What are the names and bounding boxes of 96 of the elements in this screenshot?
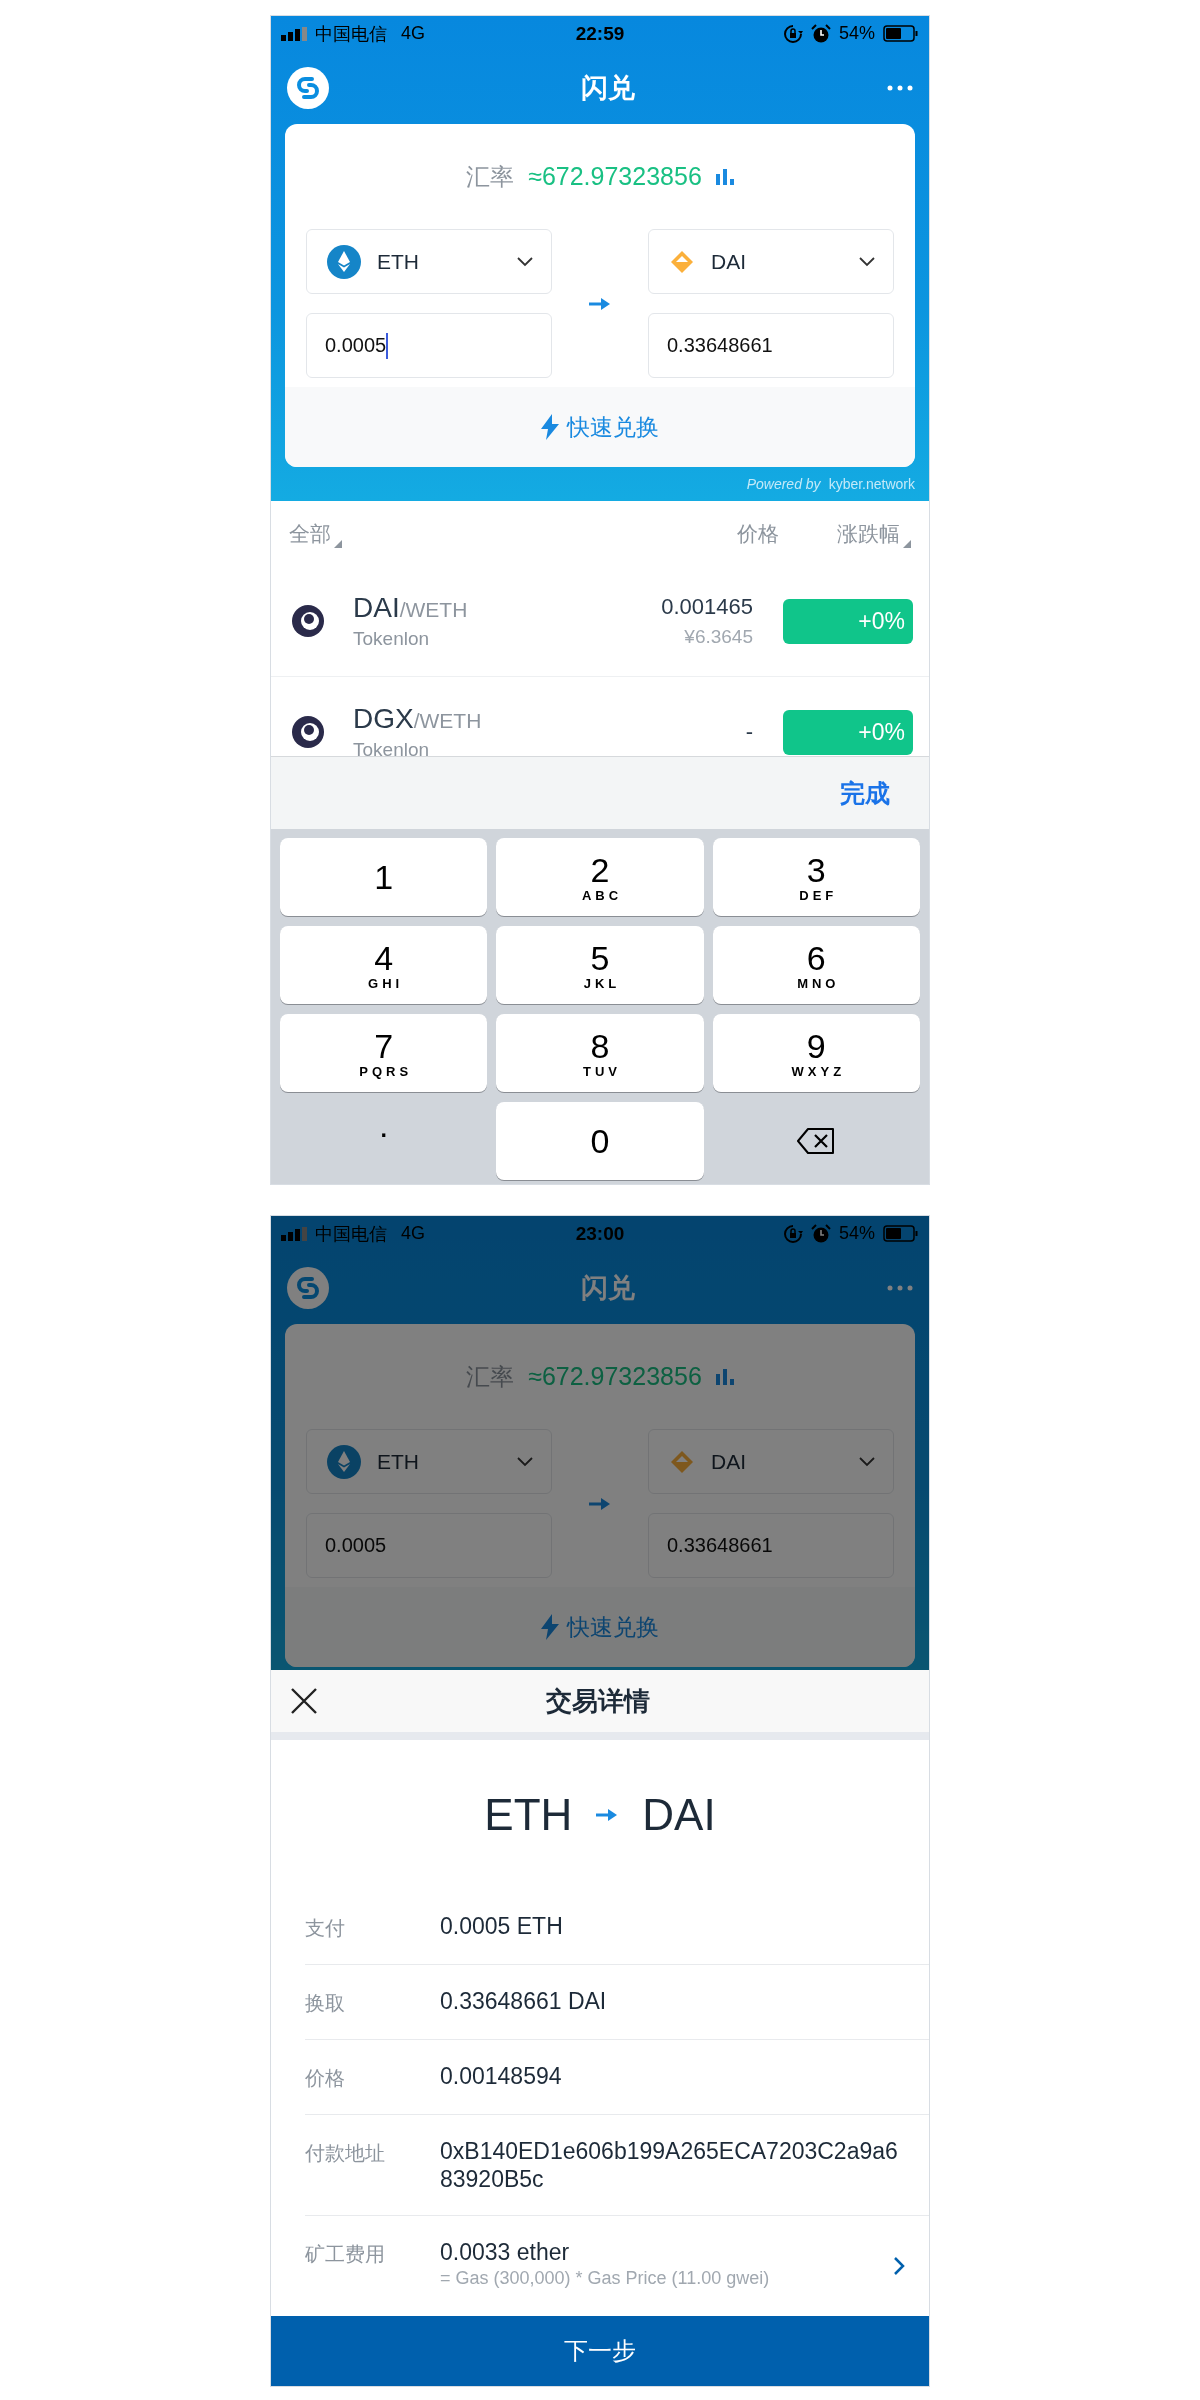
- alarm-icon: [811, 1223, 831, 1244]
- battery-percent: 54%: [839, 23, 875, 44]
- chart-icon[interactable]: [715, 1368, 734, 1385]
- token-dropdown[interactable]: DAI: [648, 229, 894, 294]
- alarm-icon: [811, 23, 831, 44]
- token-dropdown[interactable]: ETH: [306, 1429, 552, 1494]
- powered-by-label: Powered by: [746, 476, 821, 492]
- page-title: 闪兑: [580, 71, 636, 105]
- token-logo-icon: [291, 604, 325, 638]
- from-token: ETH: [484, 1790, 573, 1840]
- more-icon[interactable]: [887, 1284, 913, 1291]
- amount-field[interactable]: 0.0005: [306, 1513, 552, 1578]
- keypad-key[interactable]: 6 MNO: [712, 926, 920, 1004]
- detail-label: 价格: [305, 2066, 346, 2091]
- amount-field[interactable]: 0.33648661: [648, 313, 894, 378]
- signal-icon: [281, 1226, 309, 1241]
- token-dropdown[interactable]: DAI: [648, 1429, 894, 1494]
- clock-time: 22:59: [575, 22, 625, 45]
- chevron-right-icon[interactable]: [893, 2256, 905, 2276]
- to-token: DAI: [642, 1790, 716, 1840]
- rate-label: 汇率: [466, 161, 515, 192]
- chevron-down-icon: [517, 1456, 533, 1467]
- detail-value: 0.0005 ETH: [440, 1912, 564, 1940]
- backspace-icon: [797, 1128, 836, 1154]
- battery-icon: [883, 25, 919, 42]
- token-logo-icon: [291, 715, 325, 749]
- keypad-key[interactable]: 1: [280, 838, 488, 916]
- pair-name: DGX/WETH: [353, 703, 483, 735]
- diamond-icon: [669, 248, 695, 275]
- detail-value: 0.33648661 DAI: [440, 1987, 608, 2015]
- lightning-icon: [541, 1614, 559, 1640]
- detail-label: 付款地址: [305, 2141, 386, 2166]
- text-cursor: [386, 332, 389, 359]
- arrow-right-icon: [589, 1496, 611, 1511]
- detail-value: 0.00148594: [440, 2062, 563, 2090]
- pair-name: DAI/WETH: [353, 592, 469, 624]
- price-value: -: [745, 719, 753, 745]
- keypad-key[interactable]: .: [280, 1102, 488, 1180]
- chevron-down-icon: [517, 256, 533, 267]
- change-badge: +0%: [783, 598, 913, 644]
- more-icon[interactable]: [887, 84, 913, 91]
- change-badge: +0%: [783, 709, 913, 755]
- price-value: 0.001465: [661, 594, 753, 620]
- exchange-name: Tokenlon: [353, 739, 431, 756]
- detail-value: 0xB140ED1e606b199A265ECA7203C2a9a683920B5c: [440, 2137, 899, 2193]
- quick-exchange-button[interactable]: 快速兑换: [535, 410, 665, 444]
- battery-icon: [883, 1225, 919, 1242]
- exchange-name: Tokenlon: [353, 628, 431, 650]
- ethereum-icon: [327, 1444, 361, 1479]
- lightning-icon: [541, 414, 559, 440]
- done-button[interactable]: 完成: [834, 775, 896, 811]
- signal-icon: [281, 26, 309, 41]
- amount-field[interactable]: 0.33648661: [648, 1513, 894, 1578]
- next-button[interactable]: 下一步: [271, 2316, 929, 2386]
- carrier-name: 中国电信: [315, 1222, 387, 1246]
- sheet-title: 交易详情: [545, 1684, 651, 1718]
- keypad-key[interactable]: 2 ABC: [496, 838, 704, 916]
- rotation-lock-icon: [783, 1223, 803, 1244]
- detail-label: 矿工费用: [305, 2242, 386, 2267]
- amount-field[interactable]: 0.0005: [306, 313, 552, 378]
- keypad-key[interactable]: 3 DEF: [712, 838, 920, 916]
- rotation-lock-icon: [783, 23, 803, 44]
- rate-value: ≈672.97323856: [528, 1362, 702, 1391]
- detail-value: 0.0033 ether: [440, 2238, 571, 2266]
- diamond-icon: [669, 1448, 695, 1475]
- token-dropdown[interactable]: ETH: [306, 229, 552, 294]
- arrow-right-icon: [596, 1808, 619, 1822]
- chevron-down-icon: [859, 256, 875, 267]
- chart-icon[interactable]: [715, 168, 734, 185]
- sort-icon[interactable]: [903, 539, 911, 548]
- network-type: 4G: [401, 1223, 425, 1244]
- close-icon[interactable]: [291, 1688, 317, 1714]
- app-logo-icon[interactable]: [287, 1266, 329, 1309]
- keypad-key[interactable]: 4 GHI: [280, 926, 488, 1004]
- detail-label: 换取: [305, 1991, 346, 2016]
- network-type: 4G: [401, 23, 425, 44]
- detail-label: 支付: [305, 1916, 346, 1941]
- sort-icon[interactable]: [334, 539, 342, 548]
- carrier-name: 中国电信: [315, 22, 387, 46]
- keypad-key[interactable]: 7 PQRS: [280, 1014, 488, 1092]
- ethereum-icon: [327, 244, 361, 279]
- market-row[interactable]: DAI/WETH Tokenlon 0.001465 ¥6.3645 +0%: [271, 566, 929, 677]
- keypad-key[interactable]: 0: [496, 1102, 704, 1180]
- fee-formula: = Gas (300,000) * Gas Price (11.00 gwei): [440, 2268, 771, 2289]
- keypad-key[interactable]: 8 TUV: [496, 1014, 704, 1092]
- rate-label: 汇率: [466, 1361, 515, 1392]
- clock-time: 23:00: [575, 1222, 625, 1245]
- price-cny: ¥6.3645: [684, 626, 753, 648]
- chevron-down-icon: [859, 1456, 875, 1467]
- keypad-key[interactable]: 5 JKL: [496, 926, 704, 1004]
- page-title: 闪兑: [580, 1271, 636, 1305]
- arrow-right-icon: [589, 296, 611, 311]
- rate-value: ≈672.97323856: [528, 162, 702, 191]
- keypad-key[interactable]: 9 WXYZ: [712, 1014, 920, 1092]
- app-logo-icon[interactable]: [287, 66, 329, 109]
- battery-percent: 54%: [839, 1223, 875, 1244]
